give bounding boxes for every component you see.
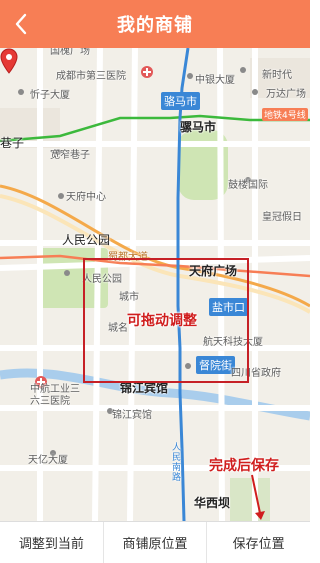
map-label: 新时代 (262, 70, 292, 81)
map-label: 成都市第三医院 (56, 71, 126, 82)
map-label: 皇冠假日 (262, 212, 302, 223)
map-label: 鼓楼国际 (228, 180, 268, 191)
arrow-down-icon (251, 474, 265, 520)
location-pin-icon[interactable] (0, 48, 18, 74)
map-label: 国槐广场 (50, 48, 90, 57)
map-label-road: 人民南路 (172, 443, 182, 483)
map-label: 宽窄巷子 (50, 150, 90, 161)
footer-toolbar: 调整到当前 商铺原位置 保存位置 (0, 521, 310, 563)
shop-original-position-button[interactable]: 商铺原位置 (102, 522, 207, 563)
metro-line-4-label: 地铁4号线 (262, 108, 308, 121)
map-label: 天府中心 (66, 192, 106, 203)
metro-station-luomashi: 骆马市 (161, 92, 200, 110)
save-position-button[interactable]: 保存位置 (206, 522, 310, 563)
adjust-to-current-button[interactable]: 调整到当前 (0, 522, 103, 563)
chevron-left-icon (15, 13, 27, 35)
map-label: 天亿大厦 (28, 455, 68, 466)
save-hint-text: 完成后保存 (209, 458, 279, 474)
map-label: 万达广场 (266, 89, 306, 100)
map-label: 忻子大厦 (30, 90, 70, 101)
map-view[interactable]: 骆马市 地铁4号线 盐市口 督院街 国槐广场 成都市第三医院 忻子大厦 中银大厦… (0, 48, 310, 521)
map-label: 锦江宾馆 (112, 410, 152, 421)
map-label: 巷子 (0, 136, 25, 150)
map-label: 六三医院 (30, 396, 70, 407)
map-label-station: 骡马市 (180, 120, 217, 134)
back-button[interactable] (6, 8, 36, 40)
page-title: 我的商铺 (117, 15, 193, 36)
map-label: 中银大厦 (195, 75, 235, 86)
map-label-station: 华西坝 (194, 496, 231, 510)
drag-hint-text: 可拖动调整 (127, 313, 197, 329)
map-label: 人民公园 (62, 233, 111, 247)
header-bar: 我的商铺 (0, 0, 310, 48)
